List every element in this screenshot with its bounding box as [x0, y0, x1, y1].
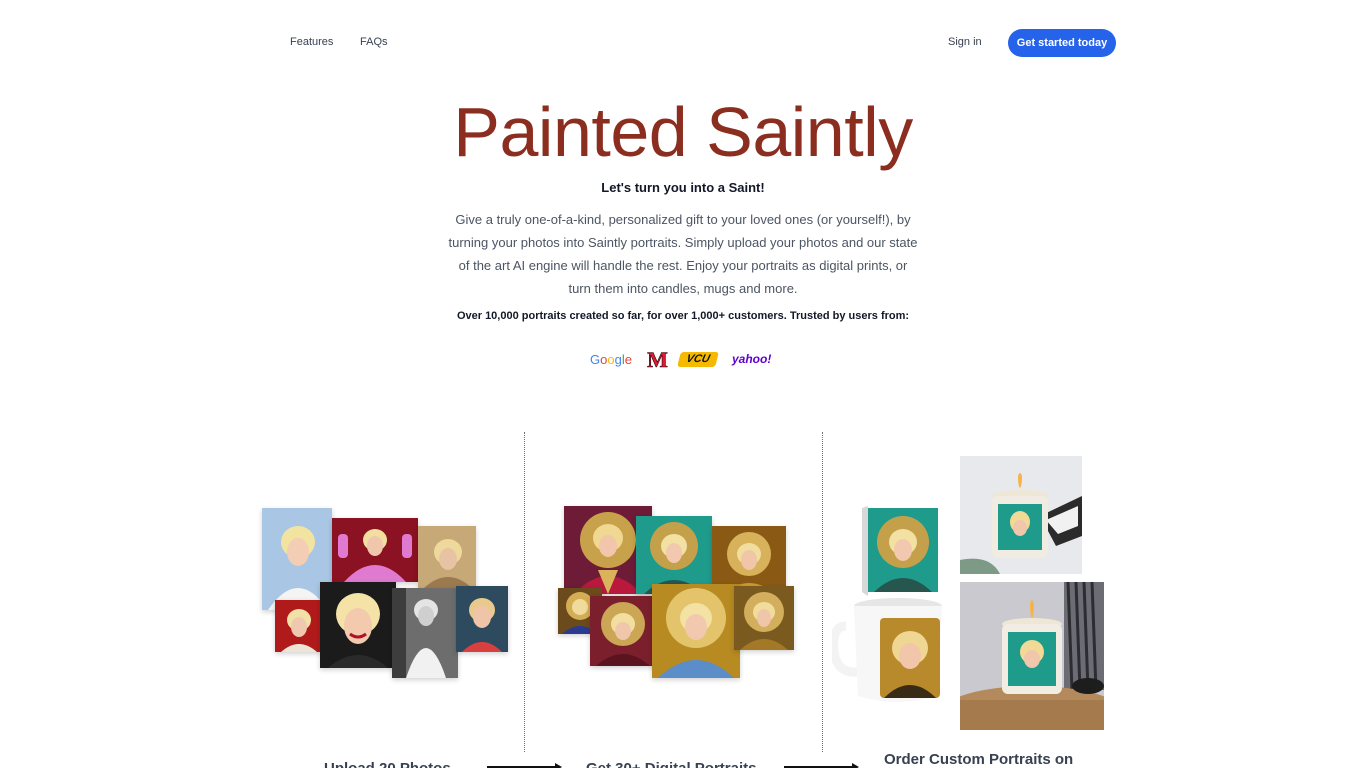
trusted-logos: Google M VCU yahoo! — [0, 346, 1366, 374]
sign-in-link[interactable]: Sign in — [948, 36, 982, 48]
uploaded-photo — [332, 518, 418, 582]
step-label-upload: Upload 20 Photos — [324, 760, 451, 768]
google-logo: Google — [590, 352, 632, 367]
step-divider — [524, 432, 525, 752]
uploaded-photo — [275, 600, 323, 652]
nav-link-features[interactable]: Features — [290, 36, 333, 48]
saint-portrait — [652, 584, 740, 678]
umd-logo: M — [647, 347, 669, 373]
candle-scene-product — [960, 582, 1104, 730]
saint-portrait — [590, 596, 656, 666]
canvas-print-product — [860, 506, 940, 596]
saint-portrait — [734, 586, 794, 650]
svg-text:M: M — [647, 348, 668, 372]
saint-portrait — [636, 516, 712, 594]
nav-link-faqs[interactable]: FAQs — [360, 36, 388, 48]
uploaded-photo — [456, 586, 508, 652]
page-title: Painted Saintly — [453, 93, 913, 171]
step-label-portraits: Get 30+ Digital Portraits — [586, 760, 756, 768]
trust-statement: Over 10,000 portraits created so far, fo… — [456, 310, 910, 322]
hero-description: Give a truly one-of-a-kind, personalized… — [448, 212, 918, 296]
uploaded-photo — [320, 582, 396, 668]
get-started-button[interactable]: Get started today — [1008, 29, 1116, 57]
uploaded-photo — [418, 526, 476, 588]
step-label-order: Order Custom Portraits on — [884, 751, 1074, 768]
vcu-logo: VCU — [677, 352, 719, 367]
yahoo-logo: yahoo! — [732, 352, 772, 366]
top-navigation: Features FAQs Sign in Get started today — [0, 0, 1366, 86]
uploaded-photo — [392, 588, 458, 678]
hero-subtitle: Let's turn you into a Saint! — [601, 180, 765, 195]
mug-product — [832, 596, 944, 708]
candle-photo-product — [960, 456, 1082, 574]
step-divider — [822, 432, 823, 752]
